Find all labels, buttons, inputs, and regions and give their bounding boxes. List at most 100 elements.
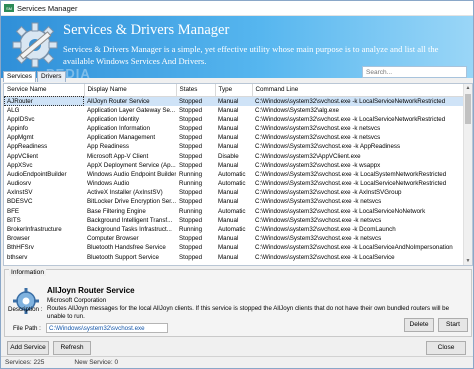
scroll-up-icon[interactable]: ▲ xyxy=(464,84,472,92)
cell-type: Disable xyxy=(218,152,239,160)
table-header-row: Service Name Display Name States Type Co… xyxy=(4,84,465,97)
cell-command-line: C:\Windows\system32\svchost.exe -k wsapp… xyxy=(255,161,381,169)
cell-service-name: BrokerInfrastructure xyxy=(7,226,62,234)
cell-service-name: ALG xyxy=(7,106,20,114)
file-path-field[interactable]: C:\Windows\system32\svchost.exe xyxy=(46,323,168,333)
table-row[interactable]: AppXSvc AppX Deployment Service (Ap... Sto… xyxy=(4,161,464,170)
tab-strip: Services Drivers xyxy=(3,71,67,82)
delete-button[interactable]: Delete xyxy=(404,318,434,332)
cell-type: Manual xyxy=(218,198,239,206)
search-input[interactable] xyxy=(362,66,467,78)
cell-display-name: Windows Audio Endpoint Builder xyxy=(87,170,176,178)
services-grid[interactable]: Service Name Display Name States Type Co… xyxy=(3,83,473,266)
cell-command-line: C:\Windows\System32\svchost.exe -k Local… xyxy=(255,170,447,178)
cell-command-line: C:\Windows\system32\svchost.exe -k netsv… xyxy=(255,134,381,142)
cell-command-line: C:\Windows\System32\svchost.exe -k netsv… xyxy=(255,216,382,224)
add-service-button[interactable]: Add Service xyxy=(7,341,49,355)
table-row[interactable]: ALG Application Layer Gateway Se... Stoppe… xyxy=(4,106,464,115)
cell-type: Manual xyxy=(218,115,239,123)
description-label: Description : xyxy=(8,306,43,313)
cell-display-name: Microsoft App-V Client xyxy=(87,152,149,160)
cell-command-line: C:\Windows\System32\svchost.exe -k netsv… xyxy=(255,198,382,206)
table-row[interactable]: BrokerInfrastructure Background Tasks Inf… xyxy=(4,225,464,234)
cell-type: Manual xyxy=(218,235,239,243)
table-row[interactable]: Appinfo Application Information Stopped Man… xyxy=(4,124,464,133)
start-button[interactable]: Start xyxy=(438,318,468,332)
column-header-command-line[interactable]: Command Line xyxy=(252,84,465,97)
refresh-button[interactable]: Refresh xyxy=(53,341,91,355)
cell-command-line: C:\Windows\system32\svchost.exe -k DcomL… xyxy=(255,226,396,234)
cell-type: Manual xyxy=(218,124,239,132)
table-row[interactable]: Browser Computer Browser Stopped Manual C:\W… xyxy=(4,234,464,243)
cell-display-name: Bluetooth Support Service xyxy=(87,253,159,261)
table-row[interactable]: AppMgmt Application Management Stopped Manu… xyxy=(4,133,464,142)
app-icon: SM xyxy=(4,4,14,12)
table-row[interactable]: bthserv Bluetooth Support Service Stopped M… xyxy=(4,253,464,262)
table-row[interactable]: AppIDSvc Application Identity Stopped Manua… xyxy=(4,115,464,124)
table-row[interactable]: BFE Base Filtering Engine Running Automatic… xyxy=(4,207,464,216)
selected-service-name: AllJoyn Router Service xyxy=(47,286,135,295)
cell-display-name: Base Filtering Engine xyxy=(87,207,146,215)
cell-display-name: AppX Deployment Service (Ap... xyxy=(87,161,176,169)
cell-service-name: BITS xyxy=(7,216,21,224)
column-header-states[interactable]: States xyxy=(176,84,216,97)
services-count: Services: 225 xyxy=(5,359,45,366)
close-button[interactable]: Close xyxy=(426,341,466,355)
column-header-service-name[interactable]: Service Name xyxy=(4,84,85,97)
table-row[interactable]: BITS Background Intelligent Transf... Stop… xyxy=(4,216,464,225)
cell-service-name: AJRouter xyxy=(4,96,84,106)
table-row[interactable]: BthHFSrv Bluetooth Handsfree Service Stopp… xyxy=(4,243,464,252)
cell-display-name: Windows Audio xyxy=(87,180,130,188)
cell-type: Manual xyxy=(218,189,239,197)
cell-service-name: bthserv xyxy=(7,253,28,261)
table-row[interactable]: AppVClient Microsoft App-V Client Stopped D… xyxy=(4,151,464,160)
cell-type: Manual xyxy=(218,253,239,261)
table-body: AJRouter AllJoyn Router Service Stopped Man… xyxy=(4,96,464,262)
column-header-display-name[interactable]: Display Name xyxy=(84,84,177,97)
gear-wrench-icon xyxy=(12,22,58,68)
cell-display-name: Computer Browser xyxy=(87,235,139,243)
scrollbar-thumb[interactable] xyxy=(465,94,471,124)
cell-command-line: C:\Windows\System32\svchost.exe -k netsv… xyxy=(255,235,382,243)
cell-type: Manual xyxy=(218,161,239,169)
cell-command-line: C:\Windows\System32\svchost.exe -k Local… xyxy=(255,180,447,188)
cell-service-name: AppReadiness xyxy=(7,143,48,151)
table-row[interactable]: AppReadiness App Readiness Stopped Manual C:… xyxy=(4,142,464,151)
title-bar: SM Services Manager xyxy=(1,1,473,16)
cell-service-name: BFE xyxy=(7,207,20,215)
table-row[interactable]: AJRouter AllJoyn Router Service Stopped Man… xyxy=(4,96,464,106)
tab-services[interactable]: Services xyxy=(3,71,36,82)
cell-state: Running xyxy=(179,207,203,215)
cell-type: Manual xyxy=(215,96,252,106)
cell-state: Stopped xyxy=(179,198,203,206)
scroll-down-icon[interactable]: ▼ xyxy=(464,257,472,265)
app-window: SM Services Manager Services & Drivers M… xyxy=(0,0,474,369)
table-row[interactable]: AxInstSV ActiveX Installer (AxInstSV) Stop… xyxy=(4,188,464,197)
cell-service-name: AxInstSV xyxy=(7,189,33,197)
cell-display-name: Application Information xyxy=(87,124,150,132)
cell-state: Stopped xyxy=(179,124,203,132)
table-row[interactable]: BDESVC BitLocker Drive Encryption Ser... S… xyxy=(4,197,464,206)
cell-display-name: Background Intelligent Transf... xyxy=(87,216,173,224)
table-row[interactable]: Audiosrv Windows Audio Running Automatic C:\… xyxy=(4,179,464,188)
vertical-scrollbar[interactable]: ▲ ▼ xyxy=(463,84,472,265)
cell-service-name: BthHFSrv xyxy=(7,244,34,252)
cell-command-line: C:\Windows\System32\alg.exe xyxy=(255,106,339,114)
cell-display-name: Application Layer Gateway Se... xyxy=(87,106,176,114)
cell-type: Automatic xyxy=(218,180,246,188)
tab-drivers[interactable]: Drivers xyxy=(36,71,66,82)
banner-description: Services & Drivers Manager is a simple, … xyxy=(63,44,439,66)
cell-service-name: AppIDSvc xyxy=(7,115,35,123)
cell-type: Automatic xyxy=(218,170,246,178)
file-path-label: File Path : xyxy=(13,325,41,332)
cell-state: Stopped xyxy=(179,106,203,114)
column-header-type[interactable]: Type xyxy=(215,84,253,97)
cell-type: Manual xyxy=(218,106,239,114)
cell-display-name: Bluetooth Handsfree Service xyxy=(87,244,166,252)
cell-state: Running xyxy=(179,180,203,188)
table-row[interactable]: AudioEndpointBuilder Windows Audio Endpoi… xyxy=(4,170,464,179)
cell-state: Running xyxy=(179,226,203,234)
cell-type: Manual xyxy=(218,216,239,224)
cell-type: Automatic xyxy=(218,226,246,234)
cell-display-name: Application Identity xyxy=(87,115,139,123)
